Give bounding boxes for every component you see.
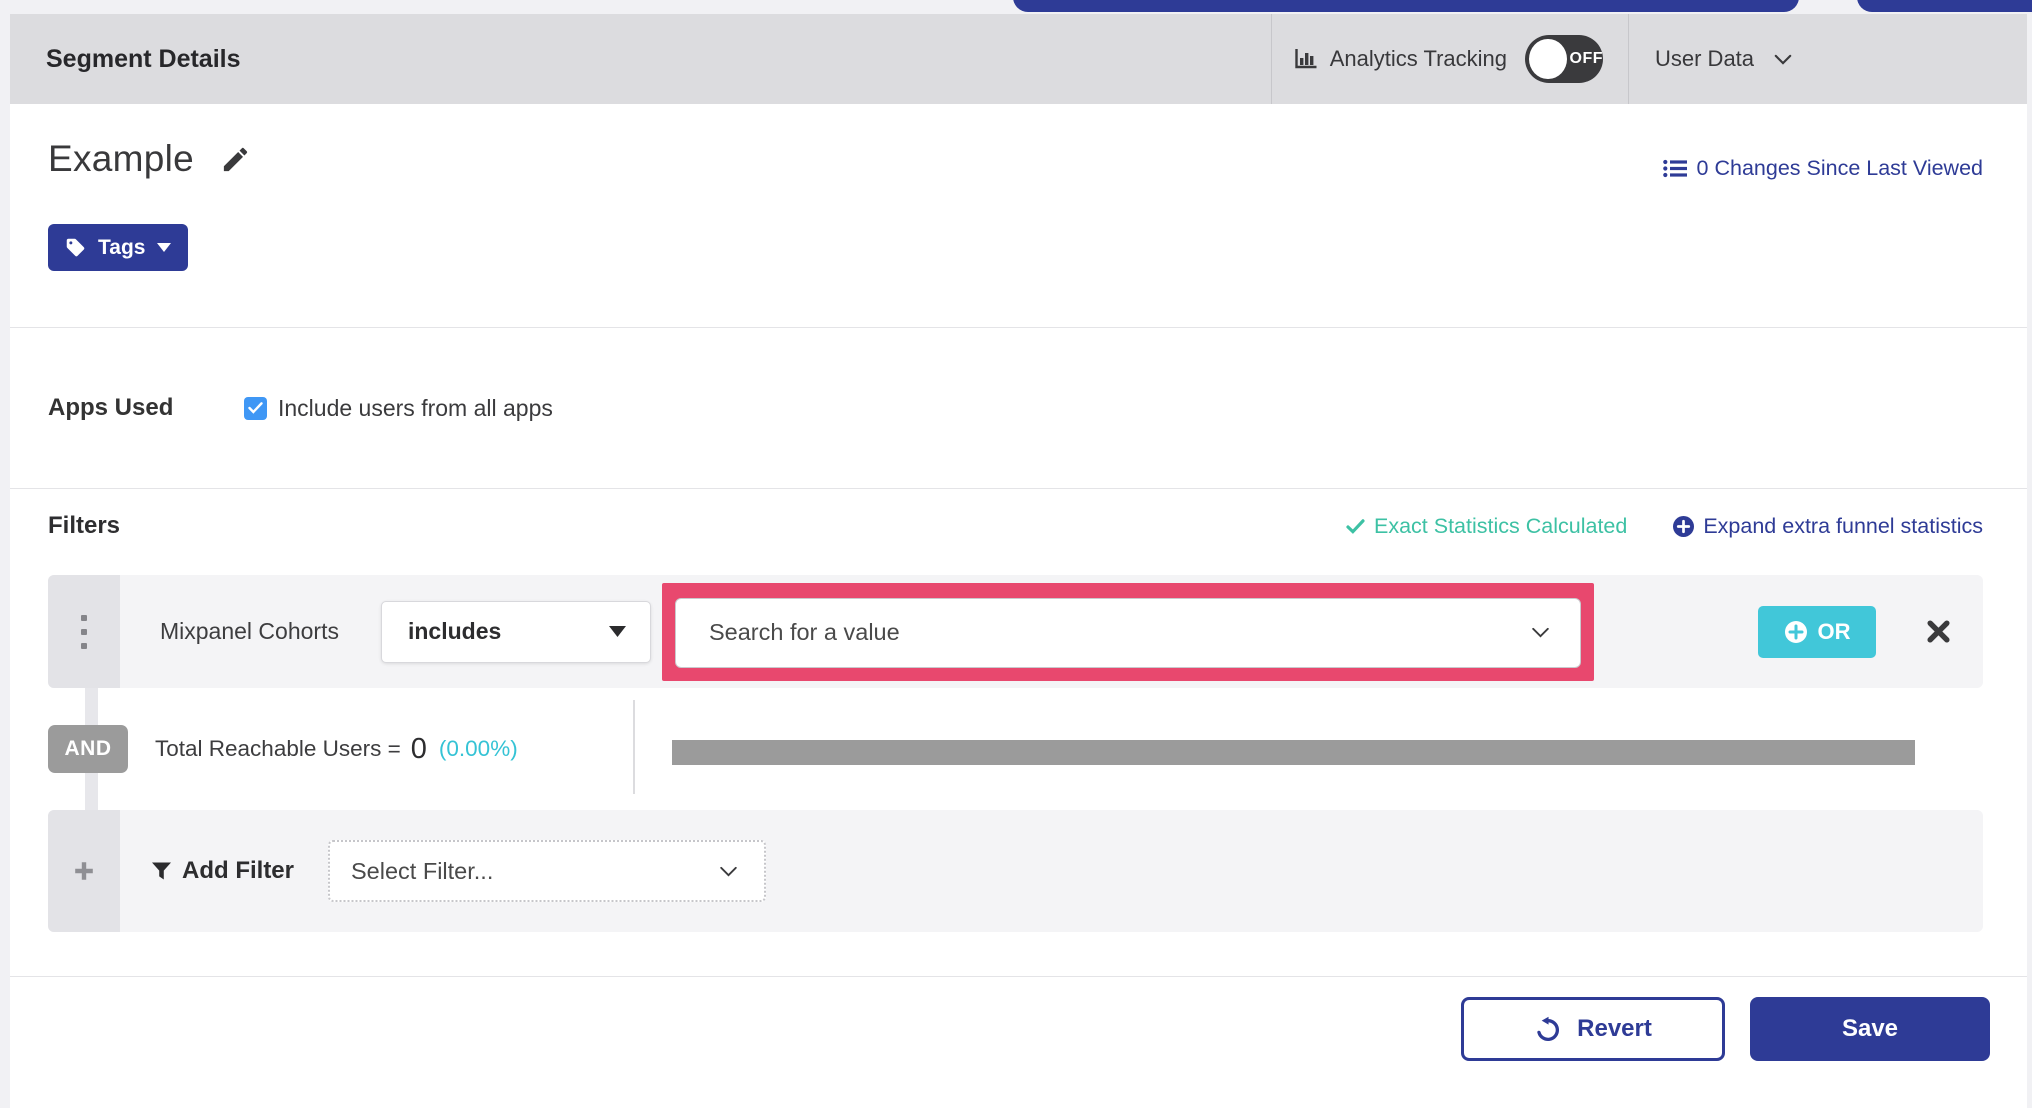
plus-circle-icon bbox=[1784, 620, 1807, 643]
and-badge: AND bbox=[48, 725, 128, 773]
check-icon bbox=[248, 402, 263, 414]
include-all-apps-label: Include users from all apps bbox=[278, 394, 553, 421]
exact-statistics-status: Exact Statistics Calculated bbox=[1346, 514, 1627, 539]
apps-used-section: Apps Used Include users from all apps bbox=[10, 328, 2027, 488]
segment-title-section: Example 0 Changes Since Last Viewed Tags bbox=[10, 104, 2027, 327]
footer-actions: Revert Save bbox=[10, 977, 2027, 1061]
top-tab-partial-right[interactable] bbox=[1857, 0, 2032, 12]
operator-select[interactable]: includes bbox=[380, 600, 651, 663]
titlebar: Segment Details Analytics Tracking OFF U… bbox=[10, 14, 2027, 104]
add-filter-content: Add Filter Select Filter... bbox=[120, 810, 1983, 932]
changes-link-label: 0 Changes Since Last Viewed bbox=[1696, 156, 1983, 180]
include-all-apps-checkbox[interactable] bbox=[244, 396, 267, 420]
changes-since-last-viewed-link[interactable]: 0 Changes Since Last Viewed bbox=[1662, 156, 1983, 181]
reachable-users-value: 0 bbox=[410, 732, 427, 765]
value-search-placeholder: Search for a value bbox=[708, 619, 900, 645]
reachable-users: Total Reachable Users = 0 (0.00%) bbox=[155, 688, 518, 810]
plus-circle-icon bbox=[1673, 515, 1695, 537]
revert-button[interactable]: Revert bbox=[1461, 997, 1725, 1061]
and-connector-row: AND Total Reachable Users = 0 (0.00%) bbox=[48, 688, 1983, 810]
toggle-state-label: OFF bbox=[1569, 50, 1603, 67]
drag-handle-icon bbox=[81, 614, 87, 621]
changes-list-icon bbox=[1662, 159, 1687, 178]
select-filter-placeholder: Select Filter... bbox=[351, 857, 494, 884]
value-search-select[interactable]: Search for a value bbox=[674, 597, 1581, 668]
analytics-tracking-label: Analytics Tracking bbox=[1329, 46, 1507, 71]
segment-details-page: Segment Details Analytics Tracking OFF U… bbox=[0, 0, 2032, 1108]
chevron-down-icon bbox=[720, 866, 737, 876]
select-filter-dropdown[interactable]: Select Filter... bbox=[328, 840, 766, 902]
titlebar-actions: Analytics Tracking OFF User Data bbox=[1270, 14, 2027, 104]
filter-row-content: Mixpanel Cohorts includes Search for a v… bbox=[120, 575, 1983, 688]
exact-statistics-label: Exact Statistics Calculated bbox=[1374, 513, 1628, 538]
drag-handle-icon bbox=[81, 628, 87, 635]
expand-funnel-statistics-link[interactable]: Expand extra funnel statistics bbox=[1673, 514, 1983, 539]
reachable-users-percent: (0.00%) bbox=[438, 736, 518, 761]
tags-button-label: Tags bbox=[98, 235, 146, 259]
filters-header: Filters Exact Statistics Calculated Expa… bbox=[48, 507, 1983, 545]
close-icon bbox=[1927, 620, 1950, 643]
add-row-handle[interactable] bbox=[48, 810, 120, 932]
reachable-users-label: Total Reachable Users = bbox=[155, 736, 401, 761]
filter-name: Mixpanel Cohorts bbox=[160, 618, 339, 644]
vertical-divider bbox=[633, 700, 635, 794]
add-filter-row: Add Filter Select Filter... bbox=[48, 810, 1983, 932]
top-tab-partial-left[interactable] bbox=[1013, 0, 1799, 12]
remove-filter-button[interactable] bbox=[1926, 619, 1951, 644]
or-button-label: OR bbox=[1817, 618, 1851, 644]
expand-funnel-statistics-label: Expand extra funnel statistics bbox=[1703, 513, 1983, 538]
reachable-users-progressbar bbox=[672, 740, 1915, 765]
check-icon bbox=[1346, 518, 1365, 534]
page-title: Segment Details bbox=[46, 44, 241, 73]
filters-heading: Filters bbox=[48, 512, 121, 539]
caret-down-icon bbox=[608, 626, 626, 637]
add-filter-group: Add Filter bbox=[152, 857, 294, 885]
drag-handle-icon bbox=[81, 642, 87, 649]
caret-down-icon bbox=[157, 243, 172, 252]
analytics-tracking-toggle[interactable]: OFF bbox=[1525, 35, 1603, 83]
save-button[interactable]: Save bbox=[1750, 997, 1990, 1061]
drag-handle[interactable] bbox=[48, 575, 120, 688]
highlight-annotation: Search for a value bbox=[661, 582, 1594, 681]
filters-header-right: Exact Statistics Calculated Expand extra… bbox=[1346, 514, 1983, 539]
segment-details-card: Segment Details Analytics Tracking OFF U… bbox=[10, 14, 2027, 1108]
chevron-down-icon bbox=[1532, 627, 1549, 638]
bar-chart-icon bbox=[1295, 48, 1317, 68]
filter-rows: Mixpanel Cohorts includes Search for a v… bbox=[48, 575, 1983, 932]
funnel-icon bbox=[152, 862, 171, 880]
analytics-tracking-section: Analytics Tracking OFF bbox=[1270, 14, 1628, 104]
add-filter-label: Add Filter bbox=[182, 857, 294, 884]
toggle-knob bbox=[1529, 39, 1567, 79]
save-button-label: Save bbox=[1841, 1015, 1899, 1042]
user-data-dropdown[interactable]: User Data bbox=[1628, 14, 2027, 104]
revert-button-label: Revert bbox=[1577, 1015, 1652, 1042]
apps-used-label: Apps Used bbox=[48, 394, 174, 421]
tags-button[interactable]: Tags bbox=[48, 224, 189, 271]
tag-icon bbox=[66, 238, 85, 257]
filters-section: Filters Exact Statistics Calculated Expa… bbox=[10, 489, 2027, 976]
user-data-label: User Data bbox=[1655, 46, 1755, 71]
add-or-condition-button[interactable]: OR bbox=[1758, 605, 1876, 658]
segment-name: Example bbox=[48, 138, 195, 179]
operator-value: includes bbox=[407, 618, 502, 644]
plus-icon bbox=[75, 862, 93, 880]
chevron-down-icon bbox=[1774, 54, 1792, 65]
undo-icon bbox=[1537, 1016, 1560, 1041]
pencil-icon[interactable] bbox=[220, 144, 251, 175]
filter-row: Mixpanel Cohorts includes Search for a v… bbox=[48, 575, 1983, 688]
